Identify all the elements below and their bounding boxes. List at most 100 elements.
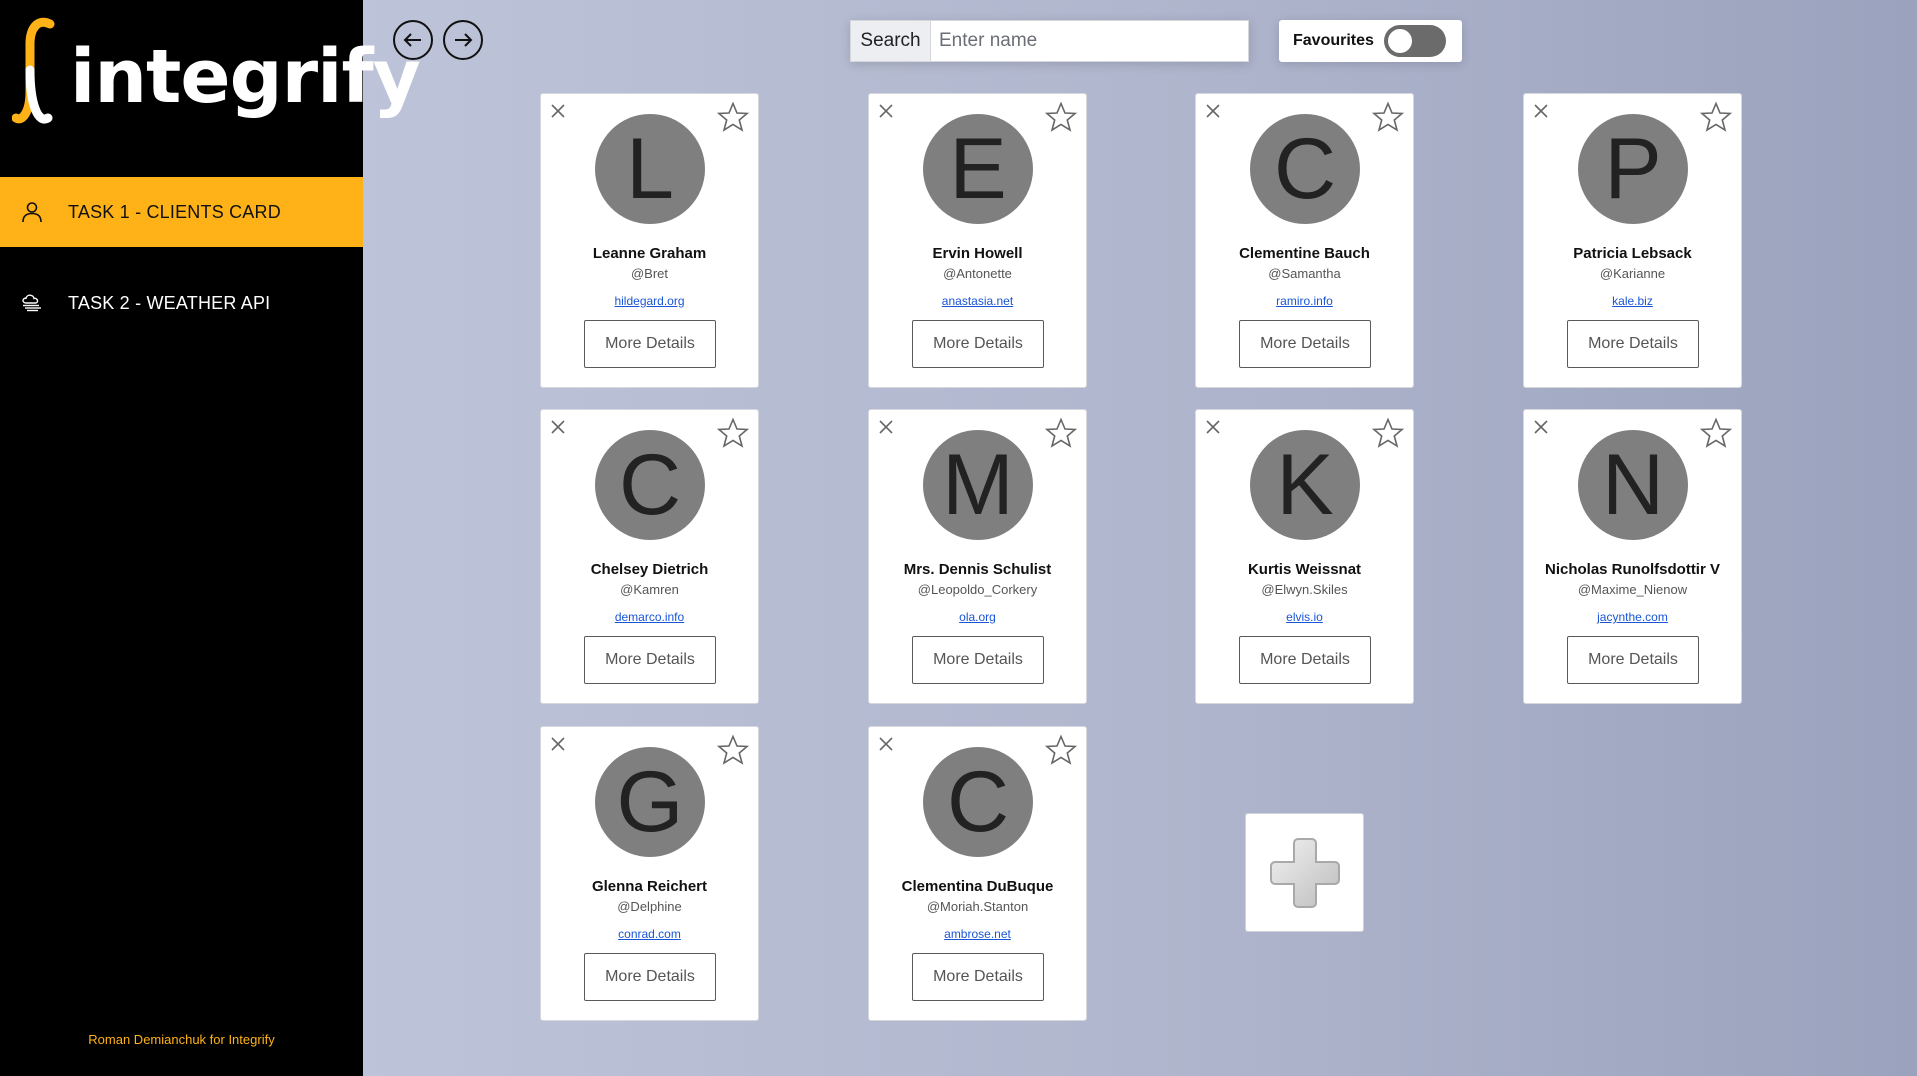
avatar: L [595, 114, 705, 224]
sidebar-item-clients-card[interactable]: TASK 1 - CLIENTS CARD [0, 177, 363, 247]
client-website-link[interactable]: ambrose.net [869, 927, 1086, 941]
more-details-button[interactable]: More Details [1239, 636, 1371, 684]
client-name: Leanne Graham [592, 245, 707, 262]
more-details-button[interactable]: More Details [584, 636, 716, 684]
client-card: C Clementina DuBuque @Moriah.Stanton ambros… [868, 726, 1087, 1021]
client-name: Chelsey Dietrich [590, 561, 709, 578]
client-username: @Antonette [943, 266, 1012, 281]
favourites-filter: Favourites [1279, 20, 1462, 62]
close-icon[interactable] [1532, 102, 1550, 120]
close-icon[interactable] [877, 418, 895, 436]
avatar: N [1578, 430, 1688, 540]
star-icon[interactable] [1044, 734, 1078, 766]
star-icon[interactable] [716, 101, 750, 133]
client-username: @Kamren [620, 582, 679, 597]
client-card: N Nicholas Runolfsdottir V @Maxime_Nienowj… [1523, 409, 1742, 704]
client-card: L Leanne Graham @Bret hildegard.org More Det… [540, 93, 759, 388]
logo-text: integrify [70, 34, 421, 120]
close-icon[interactable] [1204, 102, 1222, 120]
star-icon[interactable] [1044, 101, 1078, 133]
logo-hook-icon [12, 17, 55, 124]
cloud-icon [20, 291, 44, 315]
close-icon[interactable] [549, 418, 567, 436]
client-website-link[interactable]: jacynthe.com [1524, 610, 1741, 624]
avatar: E [923, 114, 1033, 224]
star-icon[interactable] [716, 417, 750, 449]
client-name: Mrs. Dennis Schulist [903, 561, 1052, 578]
favourites-toggle[interactable] [1383, 25, 1446, 57]
add-client-button[interactable] [1245, 813, 1364, 932]
star-icon[interactable] [716, 734, 750, 766]
avatar: K [1250, 430, 1360, 540]
plus-icon [1269, 837, 1340, 908]
more-details-button[interactable]: More Details [912, 320, 1044, 368]
footer-credit: Roman Demianchuk for Integrify [88, 1032, 275, 1047]
client-website-link[interactable]: anastasia.net [869, 294, 1086, 308]
search-box: Search [850, 20, 1249, 62]
client-card: K Kurtis Weissnat @Elwyn.Skiles elvis.io Mor… [1195, 409, 1414, 704]
more-details-button[interactable]: More Details [912, 636, 1044, 684]
star-icon[interactable] [1371, 101, 1405, 133]
close-icon[interactable] [1532, 418, 1550, 436]
avatar: C [923, 747, 1033, 857]
client-name: Nicholas Runolfsdottir V [1544, 561, 1720, 578]
client-username: @Maxime_Nienow [1577, 582, 1688, 597]
client-website-link[interactable]: ramiro.info [1196, 294, 1413, 308]
client-username: @Moriah.Stanton [926, 899, 1029, 914]
more-details-button[interactable]: More Details [584, 320, 716, 368]
star-icon[interactable] [1699, 417, 1733, 449]
client-website-link[interactable]: conrad.com [541, 927, 758, 941]
close-icon[interactable] [549, 102, 567, 120]
close-icon[interactable] [877, 102, 895, 120]
back-button[interactable] [393, 20, 433, 60]
more-details-button[interactable]: More Details [1567, 636, 1699, 684]
sidebar-item-label: TASK 2 - WEATHER API [68, 292, 271, 313]
client-card: C Chelsey Dietrich @Kamren demarco.info More… [540, 409, 759, 704]
client-card: G Glenna Reichert @Delphine conrad.com More … [540, 726, 759, 1021]
avatar: C [595, 430, 705, 540]
more-details-button[interactable]: More Details [1567, 320, 1699, 368]
client-username: @Elwyn.Skiles [1261, 582, 1348, 597]
more-details-button[interactable]: More Details [912, 953, 1044, 1001]
arrow-left-icon [403, 33, 421, 47]
star-icon[interactable] [1371, 417, 1405, 449]
close-icon[interactable] [877, 735, 895, 753]
client-name: Kurtis Weissnat [1247, 561, 1362, 578]
sidebar: integrify TASK 1 - CLIENTS CARD TASK 2 -… [0, 0, 421, 1076]
more-details-button[interactable]: More Details [1239, 320, 1371, 368]
search-label: Search [851, 21, 931, 61]
client-website-link[interactable]: hildegard.org [541, 294, 758, 308]
integrify-logo[interactable]: integrify [12, 14, 421, 134]
client-name: Patricia Lebsack [1573, 245, 1692, 262]
arrow-right-icon [455, 33, 473, 47]
client-username: @Karianne [1599, 266, 1666, 281]
forward-button[interactable] [443, 20, 483, 60]
sidebar-item-weather-api[interactable]: TASK 2 - WEATHER API [0, 268, 363, 338]
client-card: E Ervin Howell @Antonette anastasia.net More… [868, 93, 1087, 388]
user-icon [20, 200, 44, 224]
client-username: @Samantha [1268, 266, 1341, 281]
client-username: @Leopoldo_Corkery [917, 582, 1038, 597]
client-name: Glenna Reichert [591, 878, 708, 895]
avatar: P [1578, 114, 1688, 224]
sidebar-item-label: TASK 1 - CLIENTS CARD [68, 201, 281, 222]
favourites-label: Favourites [1293, 32, 1374, 49]
more-details-button[interactable]: More Details [584, 953, 716, 1001]
client-website-link[interactable]: kale.biz [1524, 294, 1741, 308]
star-icon[interactable] [1044, 417, 1078, 449]
client-card: P Patricia Lebsack @Karianne kale.biz More D… [1523, 93, 1742, 388]
client-website-link[interactable]: demarco.info [541, 610, 758, 624]
client-website-link[interactable]: elvis.io [1196, 610, 1413, 624]
client-name: Clementine Bauch [1239, 245, 1370, 262]
client-name: Clementina DuBuque [901, 878, 1054, 895]
client-website-link[interactable]: ola.org [869, 610, 1086, 624]
client-name: Ervin Howell [932, 245, 1023, 262]
client-card: M Mrs. Dennis Schulist @Leopoldo_Corkery ol… [868, 409, 1087, 704]
close-icon[interactable] [1204, 418, 1222, 436]
client-username: @Bret [630, 266, 669, 281]
search-input[interactable] [931, 21, 1248, 61]
avatar: G [595, 747, 705, 857]
avatar: C [1250, 114, 1360, 224]
star-icon[interactable] [1699, 101, 1733, 133]
close-icon[interactable] [549, 735, 567, 753]
